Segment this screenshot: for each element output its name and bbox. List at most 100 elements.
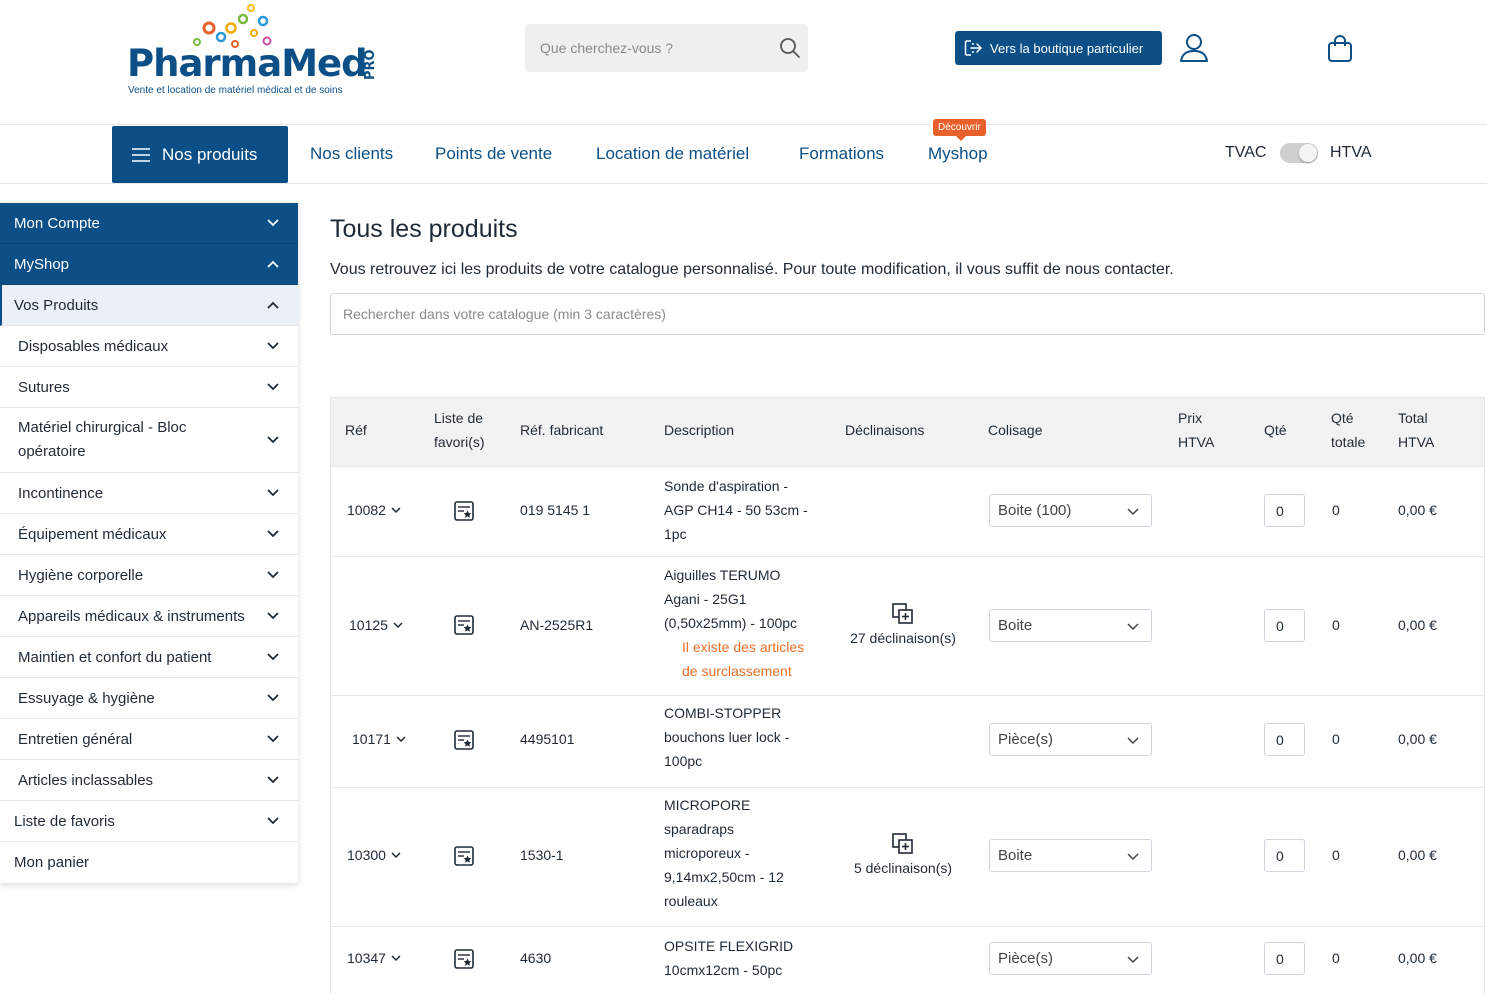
qty-input[interactable] [1264,609,1305,642]
colisage-select[interactable]: Pièce(s) [989,723,1152,756]
row-ref[interactable]: 10171 [352,727,407,751]
favorite-list-icon[interactable] [453,729,475,751]
chevron-down-icon [267,776,279,784]
sidebar-item-label: MyShop [14,255,70,273]
sidebar-item-favoris[interactable]: Liste de favoris [0,801,298,842]
nav-link-location[interactable]: Location de matériel [596,144,749,164]
qty-input[interactable] [1264,723,1305,756]
sidebar-item-label: Incontinence [18,484,104,502]
nav-link-myshop[interactable]: Myshop [928,144,988,164]
nav-products-label: Nos produits [162,144,258,164]
sidebar-item-materiel-chirurgical[interactable]: Matériel chirurgical - Bloc opératoire [0,408,298,473]
table-row: 10347 4630 OPSITE FLEXIGRID 10cmx12cm - … [331,926,1484,994]
chevron-down-icon [267,342,279,350]
sidebar-item-myshop[interactable]: MyShop [0,244,298,285]
exit-arrow-icon [964,40,982,56]
sidebar-item-label: Articles inclassables [18,771,154,789]
chevron-down-icon [267,530,279,538]
row-description: Aiguilles TERUMO Agani - 25G1 (0,50x25mm… [664,563,824,683]
row-qty-total: 0 [1332,617,1340,633]
sidebar-item-disposables[interactable]: Disposables médicaux [0,326,298,367]
colisage-select[interactable]: Boite [989,839,1152,872]
sidebar-item-label: Entretien général [18,730,133,748]
qty-input[interactable] [1264,494,1305,527]
sidebar-item-vos-produits[interactable]: Vos Produits [0,285,298,326]
row-desc-line: (0,50x25mm) - 100pc [664,615,798,631]
qty-input[interactable] [1264,942,1305,975]
sidebar-item-essuyage[interactable]: Essuyage & hygiène [0,678,298,719]
favorite-list-icon[interactable] [453,845,475,867]
sidebar-item-mon-compte[interactable]: Mon Compte [0,203,298,244]
colisage-select[interactable]: Pièce(s) [989,942,1152,975]
user-icon[interactable] [1178,32,1210,64]
row-ref[interactable]: 10125 [349,613,404,637]
qty-input[interactable] [1264,839,1305,872]
sidebar-item-maintien[interactable]: Maintien et confort du patient [0,637,298,678]
row-ref-value: 10347 [347,950,386,966]
sidebar-item-sutures[interactable]: Sutures [0,367,298,408]
row-desc-line: 10cmx12cm - 50pc [664,962,783,978]
chevron-down-icon [391,955,401,962]
chevron-down-icon [267,653,279,661]
colisage-select[interactable]: Boite (100) [989,494,1152,527]
sidebar-item-panier[interactable]: Mon panier [0,842,298,883]
chevron-down-icon [393,622,403,629]
sidebar-item-hygiene-corporelle[interactable]: Hygiène corporelle [0,555,298,596]
chevron-down-icon [1127,737,1139,745]
sidebar-item-label: Disposables médicaux [18,337,169,355]
upsell-notice[interactable]: de surclassement [664,659,824,683]
row-qty-total: 0 [1332,847,1340,863]
sidebar-item-label: Sutures [18,378,70,396]
row-total: 0,00 € [1398,502,1437,518]
row-ref[interactable]: 10347 [347,946,402,970]
sidebar-item-incontinence[interactable]: Incontinence [0,473,298,514]
row-desc-line: Aiguilles TERUMO [664,567,781,583]
sidebar-item-entretien[interactable]: Entretien général [0,719,298,760]
row-desc-line: COMBI-STOPPER [664,705,782,721]
row-ref-value: 10171 [352,731,391,747]
nav-link-points-de-vente[interactable]: Points de vente [435,144,552,164]
favorite-list-icon[interactable] [453,948,475,970]
logo-brand: PharmaMed [127,42,368,85]
upsell-notice[interactable]: Il existe des articles [664,635,824,659]
declinaisons-count: 5 déclinaison(s) [853,860,953,876]
tva-toggle[interactable] [1280,143,1318,163]
header-search-input[interactable] [525,24,765,72]
boutique-particulier-button[interactable]: Vers la boutique particulier [955,31,1162,65]
row-desc-line: microporeux - [664,845,750,861]
nav-products-button[interactable]: Nos produits [112,126,288,183]
sidebar-item-label: Maintien et confort du patient [18,648,212,666]
row-qty-total: 0 [1332,502,1340,518]
nav-link-clients[interactable]: Nos clients [310,144,393,164]
shopping-bag-icon[interactable] [1326,34,1354,64]
row-qty-total: 0 [1332,950,1340,966]
page-intro: Vous retrouvez ici les produits de votre… [330,261,1174,278]
row-description: Sonde d'aspiration - AGP CH14 - 50 53cm … [664,474,824,546]
favorite-list-icon[interactable] [453,500,475,522]
row-total: 0,00 € [1398,847,1437,863]
colisage-value: Pièce(s) [998,731,1054,748]
sidebar-item-inclassables[interactable]: Articles inclassables [0,760,298,801]
row-ref[interactable]: 10082 [347,498,402,522]
sidebar-item-label: Vos Produits [14,296,99,314]
row-desc-line: 1pc [664,526,687,542]
row-ref[interactable]: 10300 [347,843,402,867]
table-row: 10171 4495101 COMBI-STOPPER bouchons lue… [331,695,1484,787]
search-icon[interactable] [779,37,801,59]
sidebar-item-equipement[interactable]: Équipement médicaux [0,514,298,555]
chevron-down-icon [267,436,279,444]
row-declinaisons[interactable]: 27 déclinaison(s) [843,602,963,650]
row-declinaisons[interactable]: 5 déclinaison(s) [843,832,963,880]
logo-tagline: Vente et location de matériel médical et… [128,85,343,96]
catalog-search-input[interactable] [330,293,1485,335]
row-ref-fabricant: 019 5145 1 [520,502,591,518]
favorite-list-icon[interactable] [453,614,475,636]
sidebar-item-appareils[interactable]: Appareils médicaux & instruments [0,596,298,637]
colisage-select[interactable]: Boite [989,609,1152,642]
nav-link-formations[interactable]: Formations [799,144,884,164]
header-search [525,24,808,72]
chevron-down-icon [267,571,279,579]
row-ref-fabricant: AN-2525R1 [520,617,594,633]
pharmamed-logo[interactable]: PharmaMed PRO Vente et location de matér… [127,4,387,96]
row-desc-line: sparadraps [664,821,735,837]
